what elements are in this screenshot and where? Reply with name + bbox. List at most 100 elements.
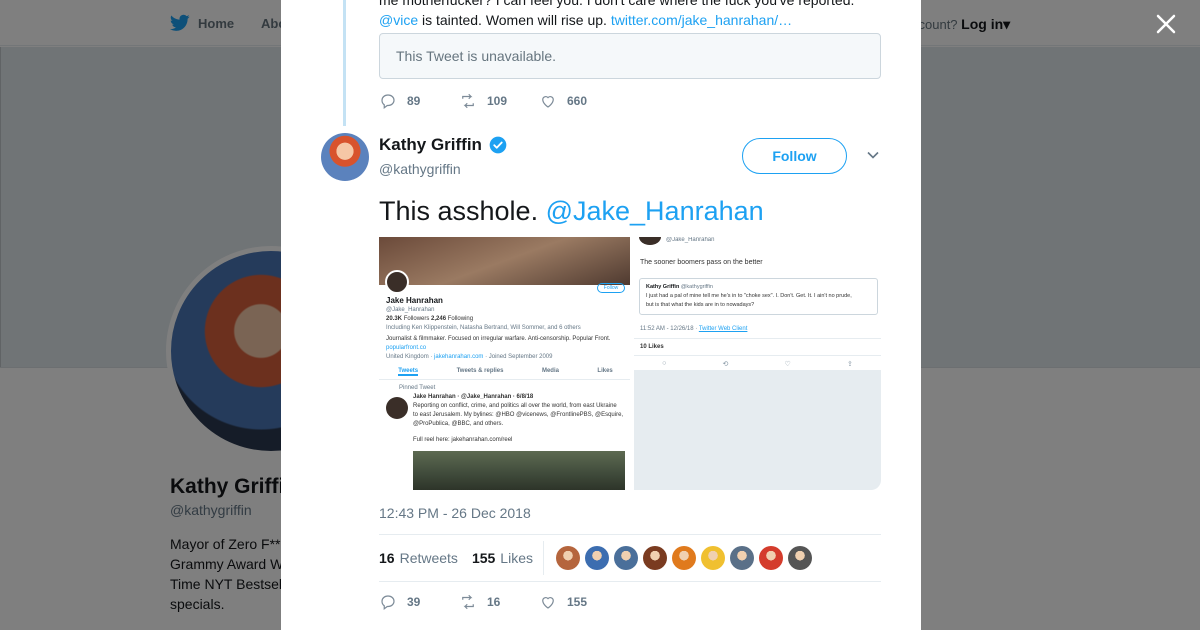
screenshot-pinned-line: to east Jerusalem. My bylines: @HBO @vic… [413,412,624,418]
heart-icon [542,96,554,108]
previous-tweet-text: me motherfucker? I can feel you. I don't… [379,0,879,30]
tweet-modal: me motherfucker? I can feel you. I don't… [281,0,921,630]
stats-divider [542,541,544,575]
screenshot-pinned-avatar [386,397,408,419]
quote-handle: @kathygriffin [680,284,713,290]
chevron-down-icon[interactable] [866,148,880,162]
heart-icon [542,597,554,609]
screenshot-time: 11:52 AM - 12/26/18 [640,326,694,332]
likes-stat-count: 155 [471,550,496,566]
tweet-timestamp[interactable]: 12:43 PM - 26 Dec 2018 [379,505,531,521]
screenshot-quote: Kathy Griffin @kathygriffin I just had a… [639,278,878,315]
liker-avatar[interactable] [758,546,783,570]
liker-avatar[interactable] [555,546,580,570]
liker-avatar[interactable] [700,546,725,570]
author-name: Kathy Griffin [379,135,482,154]
screenshot-divider [634,355,881,356]
previous-tweet-cut-line: me motherfucker? I can feel you. I don't… [379,0,855,8]
retweet-button[interactable]: 109 [459,92,539,110]
likes-stat[interactable]: 155 Likes [472,550,533,566]
screenshot-tab: Likes [597,368,613,374]
author-avatar[interactable] [321,133,369,181]
screenshot-tabs: Tweets Tweets & replies Media Likes [379,368,630,380]
screenshot-meta: United Kingdom · jakehanrahan.com · Join… [386,354,553,360]
screenshot-including: Including Ken Klippenstein, Natasha Bert… [386,325,581,331]
following-label: Following [447,316,474,322]
liker-avatar[interactable] [613,546,638,570]
screenshot-time-row: 11:52 AM - 12/26/18 · Twitter Web Client [640,326,748,332]
screenshot-follow: Follow [597,283,625,293]
quote-line: I just had a pal of mine tell me he's in… [646,293,852,299]
screenshot-likes: 10 Likes [640,344,664,350]
mention-link[interactable]: @vice [379,12,418,28]
like-button[interactable]: 155 [539,593,619,611]
verified-badge-icon [489,136,507,154]
reply-button[interactable]: 89 [379,92,459,110]
reply-icon [381,94,395,109]
screenshot-reel: Full reel here: jakehanrahan.com/reel [413,437,513,443]
screenshot-tab: Tweets & replies [456,368,504,374]
tweet-body: This asshole. [379,196,539,226]
reply-icon [381,595,395,610]
liker-avatar[interactable] [671,546,696,570]
screenshot-banner [379,237,630,285]
screenshot-joined: Joined September 2009 [488,354,553,360]
liker-avatar[interactable] [729,546,754,570]
liker-avatars [555,546,812,570]
liker-avatar[interactable] [642,546,667,570]
screenshot-tab: Tweets [398,368,419,376]
mention-link[interactable]: @Jake_Hanrahan [546,196,764,226]
liker-avatar[interactable] [584,546,609,570]
follow-button[interactable]: Follow [742,138,847,174]
screenshot-client: Twitter Web Client [698,326,748,332]
screenshot-tab: Media [541,368,559,374]
liker-avatar[interactable] [787,546,812,570]
retweet-icon [462,594,474,610]
screenshot-handle: @Jake_Hanrahan [666,237,715,243]
retweets-stat-count: 16 [379,550,395,566]
retweet-count: 109 [487,94,508,108]
screenshot-url: popularfront.co [386,345,427,351]
screenshot-pinned-header: Jake Hanrahan · @Jake_Hanrahan · 6/8/18 [413,394,534,400]
author-handle[interactable]: @kathygriffin [379,161,461,177]
like-count: 155 [567,595,588,609]
retweets-stat[interactable]: 16 Retweets [379,550,458,566]
retweet-icon [462,93,474,109]
reply-button[interactable]: 39 [379,593,459,611]
followers-label: Followers [403,316,430,322]
media-image-tweet-screenshot[interactable]: @Jake_Hanrahan The sooner boomers pass o… [634,237,881,490]
share-icon: ⇪ [846,361,853,368]
tweet-text: This asshole. @Jake_Hanrahan [379,194,764,228]
heart-icon: ♡ [784,361,791,368]
like-button[interactable]: 660 [539,92,619,110]
screenshot-pinned-line: Reporting on conflict, crime, and politi… [413,403,617,409]
author-name-row[interactable]: Kathy Griffin [379,135,508,155]
retweet-button[interactable]: 16 [459,593,539,611]
screenshot-bio: Journalist & filmmaker. Focused on irreg… [386,336,611,342]
screenshot-name: Jake Hanrahan [386,296,443,305]
reply-icon: ○ [662,360,667,367]
screenshot-pinned-line: @ProPublica, @BBC, and others. [413,421,504,427]
screenshot-divider [634,338,881,339]
following-count: 2,246 [431,316,447,322]
unavailable-text: This Tweet is unavailable. [396,48,557,64]
likes-stat-label: Likes [500,550,533,566]
previous-tweet-actions: 89 109 660 [379,92,619,110]
screenshot-pinned-label: Pinned Tweet [399,385,436,391]
previous-tweet-body: is tainted. Women will rise up. [422,12,607,28]
thread-connector [343,0,346,126]
media-image-profile-screenshot[interactable]: Follow Jake Hanrahan @Jake_Hanrahan 20.3… [379,237,632,490]
screenshot-avatar [639,237,661,245]
like-count: 660 [567,94,588,108]
tweet-actions: 39 16 155 [379,593,619,611]
tweet-url-link[interactable]: twitter.com/jake_hanrahan/… [611,12,792,28]
screenshot-pinned-photo [413,451,625,490]
close-icon[interactable] [1152,10,1180,38]
screenshot-avatar [385,270,409,294]
tweet-media[interactable]: Follow Jake Hanrahan @Jake_Hanrahan 20.3… [379,237,881,490]
reply-count: 39 [407,595,421,609]
screenshot-handle: @Jake_Hanrahan [386,307,435,313]
quote-line: but is that what the kids are in to nowa… [646,302,755,308]
retweets-stat-label: Retweets [399,550,458,566]
screenshot-tweet-text: The sooner boomers pass on the better [640,259,763,266]
